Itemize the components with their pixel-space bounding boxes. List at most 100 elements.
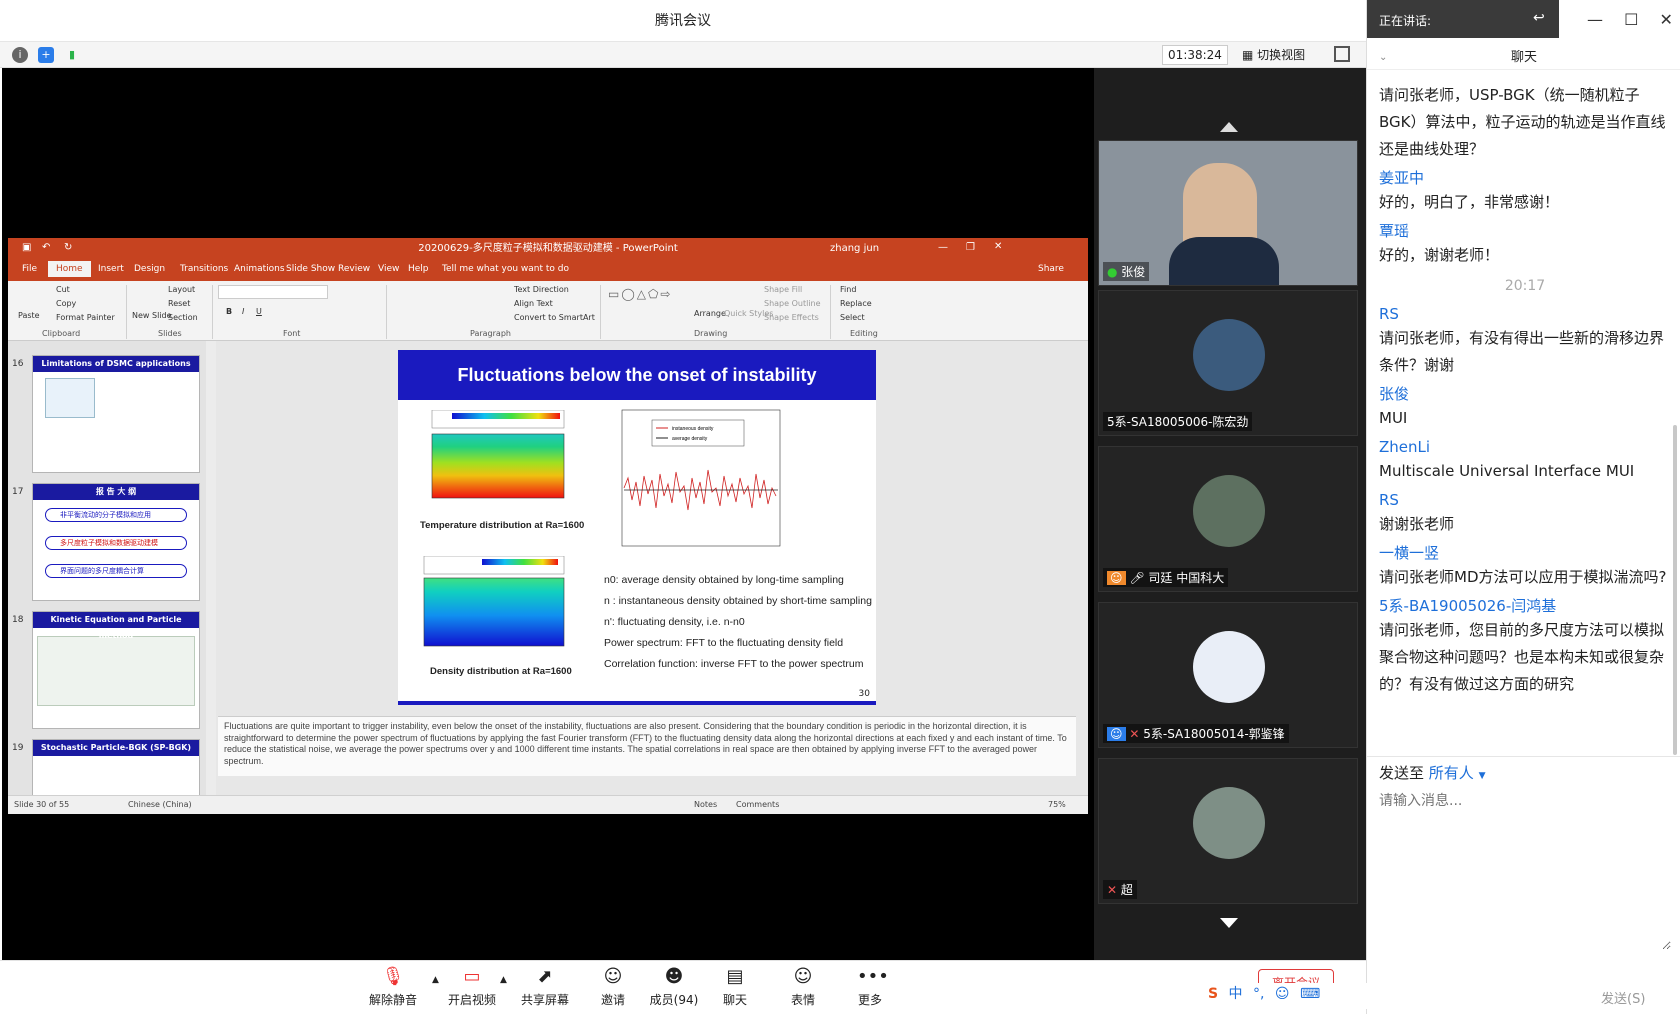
cut-button[interactable]: Cut: [56, 285, 70, 294]
bold-icon[interactable]: B: [226, 307, 232, 316]
menu-view[interactable]: View: [378, 264, 399, 274]
reactions-button[interactable]: ☺ 表情: [771, 965, 835, 1008]
format-painter-button[interactable]: Format Painter: [56, 313, 115, 322]
meeting-timer: 01:38:24: [1162, 45, 1228, 65]
signal-icon[interactable]: ▮: [64, 47, 80, 63]
back-icon[interactable]: ↩: [1533, 10, 1545, 26]
italic-icon[interactable]: I: [242, 307, 244, 316]
chat-scrollbar[interactable]: [1673, 425, 1677, 755]
scroll-down-icon[interactable]: [1220, 918, 1238, 928]
chat-input[interactable]: [1379, 790, 1671, 950]
start-video-button[interactable]: ▭ 开启视频: [440, 965, 504, 1008]
layout-button[interactable]: Layout: [168, 285, 195, 294]
send-to-target[interactable]: 所有人: [1429, 764, 1474, 782]
ime-keyboard-icon[interactable]: ⌨: [1300, 986, 1320, 1002]
font-family-select[interactable]: [218, 285, 328, 299]
invite-button[interactable]: ☺ 邀请: [581, 965, 645, 1008]
fullscreen-icon[interactable]: [1334, 46, 1350, 62]
participant-name: 5系-SA18005006-陈宏劲: [1103, 412, 1253, 431]
speaker-notes[interactable]: Fluctuations are quite important to trig…: [218, 716, 1076, 776]
participant-tile[interactable]: ☺ 🎤︎ 司廷 中国科大: [1098, 446, 1358, 592]
copy-button[interactable]: Copy: [56, 299, 76, 308]
more-button[interactable]: ••• 更多: [838, 965, 902, 1008]
menu-home[interactable]: Home: [48, 261, 91, 277]
participant-tile[interactable]: ● 张俊: [1098, 140, 1358, 286]
video-options-icon[interactable]: ▲: [500, 975, 507, 985]
ime-punctuation-icon[interactable]: °,: [1253, 986, 1264, 1002]
shape-effects-button[interactable]: Shape Effects: [764, 313, 819, 322]
slide-thumbnail[interactable]: Stochastic Particle-BGK (SP-BGK) method: [32, 739, 200, 795]
menu-slide-show[interactable]: Slide Show: [286, 264, 335, 274]
maximize-icon[interactable]: ☐: [1624, 10, 1638, 29]
shield-icon[interactable]: +: [38, 47, 54, 63]
reset-button[interactable]: Reset: [168, 299, 190, 308]
close-icon[interactable]: ✕: [994, 241, 1002, 252]
tell-me-search[interactable]: Tell me what you want to do: [442, 264, 569, 274]
underline-icon[interactable]: U: [256, 307, 262, 316]
slide-thumbnail[interactable]: Kinetic Equation and Particle method: [32, 611, 200, 729]
chat-sender[interactable]: RS: [1379, 303, 1671, 325]
new-slide-button[interactable]: New Slide: [132, 311, 172, 320]
shapes-gallery[interactable]: ▭◯△⬠⇨: [608, 287, 672, 301]
select-button[interactable]: Select: [840, 313, 865, 322]
chat-sender[interactable]: 一横一竖: [1379, 542, 1671, 564]
participant-tile[interactable]: ✕ 超: [1098, 758, 1358, 904]
chat-sender[interactable]: 张俊: [1379, 383, 1671, 405]
chat-sender[interactable]: 姜亚中: [1379, 167, 1671, 189]
ppt-menu-bar: File Home Insert Design Transitions Anim…: [8, 259, 1088, 281]
chat-message-list[interactable]: 请问张老师，USP-BGK（统一随机粒子BGK）算法中，粒子运动的轨迹是当作直线…: [1379, 58, 1671, 758]
share-screen-button[interactable]: ⬈ 共享屏幕: [513, 965, 577, 1008]
paste-button[interactable]: Paste: [18, 311, 40, 320]
shape-fill-button[interactable]: Shape Fill: [764, 285, 802, 294]
grid-icon: ▦: [1242, 48, 1258, 62]
slide-bullet: n': fluctuating density, i.e. n-n0: [604, 616, 745, 628]
chat-sender[interactable]: ZhenLi: [1379, 436, 1671, 458]
thumbnail-title: 报 告 大 纲: [33, 484, 199, 500]
slide-thumbnail[interactable]: Limitations of DSMC applications: [32, 355, 200, 473]
audio-options-icon[interactable]: ▲: [432, 975, 439, 985]
convert-smartart-button[interactable]: Convert to SmartArt: [514, 313, 595, 322]
minimize-icon[interactable]: —: [938, 242, 948, 253]
send-button[interactable]: 发送(S): [1601, 988, 1645, 1007]
menu-insert[interactable]: Insert: [98, 264, 124, 274]
section-button[interactable]: Section: [168, 313, 198, 322]
arrange-button[interactable]: Arrange: [694, 309, 726, 318]
zoom-level[interactable]: 75%: [1048, 800, 1066, 809]
menu-transitions[interactable]: Transitions: [180, 264, 228, 274]
replace-button[interactable]: Replace: [840, 299, 872, 308]
text-direction-button[interactable]: Text Direction: [514, 285, 569, 294]
menu-animations[interactable]: Animations: [234, 264, 285, 274]
switch-view-button[interactable]: ▦ 切换视图: [1242, 45, 1305, 65]
restore-icon[interactable]: ❐: [966, 242, 975, 253]
share-button[interactable]: Share: [1038, 264, 1064, 274]
menu-review[interactable]: Review: [338, 264, 370, 274]
send-to-selector[interactable]: 发送至 所有人 ▼: [1379, 762, 1486, 783]
camera-off-icon: ▭: [463, 966, 481, 987]
unmute-button[interactable]: 🎙︎ 解除静音: [361, 965, 425, 1008]
thumbnail-scrollbar[interactable]: [206, 341, 216, 795]
slide-thumbnail[interactable]: 报 告 大 纲 非平衡流动的分子模拟和应用 多尺度粒子模拟和数据驱动建模 界面问…: [32, 483, 200, 601]
minimize-icon[interactable]: —: [1587, 10, 1603, 29]
scroll-up-icon[interactable]: [1220, 122, 1238, 132]
align-text-button[interactable]: Align Text: [514, 299, 553, 308]
comments-toggle[interactable]: Comments: [736, 800, 779, 809]
chat-sender[interactable]: 5系-BA19005026-闫鸿基: [1379, 595, 1671, 617]
ime-mode-icon[interactable]: 中: [1229, 986, 1243, 1002]
notes-toggle[interactable]: Notes: [694, 800, 717, 809]
slide-bullet: n0: average density obtained by long-tim…: [604, 574, 844, 586]
ime-logo-icon[interactable]: S: [1208, 986, 1218, 1002]
close-icon[interactable]: ✕: [1660, 10, 1673, 29]
shape-outline-button[interactable]: Shape Outline: [764, 299, 821, 308]
menu-design[interactable]: Design: [134, 264, 165, 274]
find-button[interactable]: Find: [840, 285, 856, 294]
info-icon[interactable]: i: [12, 47, 28, 63]
menu-help[interactable]: Help: [408, 264, 429, 274]
chat-button[interactable]: ▤ 聊天: [703, 965, 767, 1008]
participant-tile[interactable]: ☺ ✕ 5系-SA18005014-郭鉴锋: [1098, 602, 1358, 748]
members-button[interactable]: ☻ 成员(94): [642, 965, 706, 1008]
chat-sender[interactable]: RS: [1379, 489, 1671, 511]
menu-file[interactable]: File: [22, 264, 37, 274]
chat-sender[interactable]: 覃瑶: [1379, 220, 1671, 242]
participant-tile[interactable]: 5系-SA18005006-陈宏劲: [1098, 290, 1358, 436]
ime-emoji-icon[interactable]: ☺: [1275, 986, 1290, 1002]
